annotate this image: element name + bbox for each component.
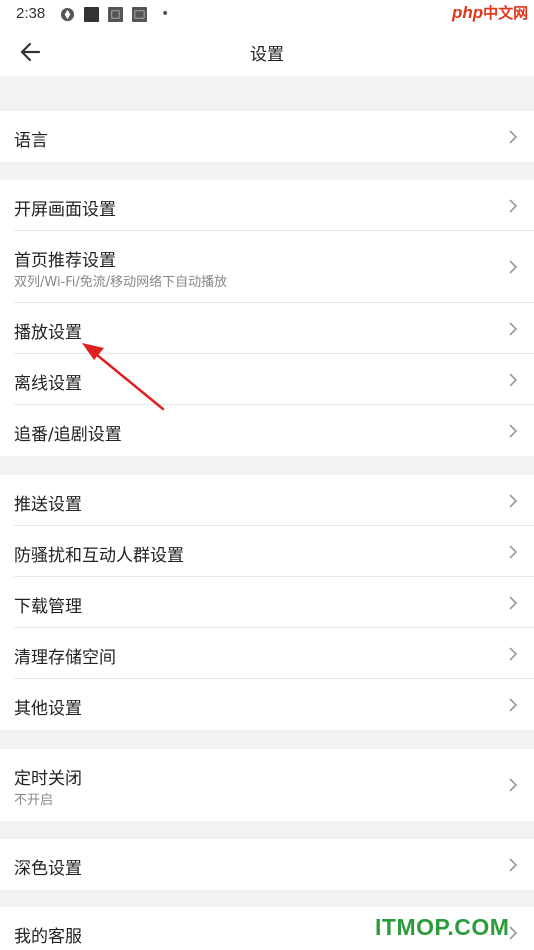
settings-group-playback: 开屏画面设置 首页推荐设置 双列/Wi-Fi/免流/移动网络下自动播放 播放设置…	[0, 180, 534, 456]
chevron-right-icon	[509, 372, 518, 387]
chevron-right-icon	[509, 646, 518, 661]
setting-label: 追番/追剧设置	[14, 425, 122, 445]
setting-row-push[interactable]: 推送设置	[0, 475, 534, 526]
more-dot-icon: •	[161, 6, 170, 22]
setting-label: 下载管理	[14, 597, 82, 617]
setting-row-timed-close[interactable]: 定时关闭 不开启	[0, 749, 534, 821]
watermark-logo-bottom: ITMOP.COM	[375, 914, 510, 940]
setting-label: 首页推荐设置	[14, 251, 116, 271]
chevron-right-icon	[509, 423, 518, 438]
title-bar: 设置	[0, 28, 534, 76]
setting-label: 开屏画面设置	[14, 200, 116, 220]
chevron-right-icon	[509, 260, 518, 274]
setting-row-splash-screen[interactable]: 开屏画面设置	[0, 180, 534, 231]
setting-row-download[interactable]: 下载管理	[0, 577, 534, 628]
chevron-right-icon	[509, 321, 518, 336]
chevron-right-icon	[509, 129, 518, 144]
chevron-right-icon	[509, 595, 518, 610]
notification-square-icon	[132, 7, 147, 22]
setting-label: 离线设置	[14, 374, 82, 394]
aperture-icon	[60, 7, 75, 22]
status-time: 2:38	[16, 5, 46, 22]
setting-label: 定时关闭	[14, 769, 82, 789]
setting-label: 推送设置	[14, 495, 82, 515]
setting-label: 我的客服	[14, 927, 82, 947]
settings-group-general: 推送设置 防骚扰和互动人群设置 下载管理 清理存储空间 其他设置	[0, 475, 534, 730]
setting-label: 语言	[14, 131, 48, 151]
settings-group-dark: 深色设置	[0, 839, 534, 890]
setting-label: 播放设置	[14, 323, 82, 343]
settings-group-timer: 定时关闭 不开启	[0, 749, 534, 821]
setting-row-home-recommend[interactable]: 首页推荐设置 双列/Wi-Fi/免流/移动网络下自动播放	[0, 231, 534, 303]
setting-row-playback[interactable]: 播放设置	[0, 303, 534, 354]
setting-subtitle: 双列/Wi-Fi/免流/移动网络下自动播放	[14, 275, 228, 290]
setting-row-dark-mode[interactable]: 深色设置	[0, 839, 534, 890]
page-title: 设置	[250, 45, 284, 65]
chevron-right-icon	[509, 925, 518, 940]
setting-subtitle: 不开启	[14, 793, 54, 808]
setting-row-clear-storage[interactable]: 清理存储空间	[0, 628, 534, 679]
watermark-logo-top: php中文网	[452, 3, 529, 22]
chevron-right-icon	[509, 857, 518, 872]
setting-row-offline[interactable]: 离线设置	[0, 354, 534, 405]
chevron-right-icon	[509, 544, 518, 559]
setting-label: 防骚扰和互动人群设置	[14, 546, 184, 566]
setting-label: 清理存储空间	[14, 648, 116, 668]
notification-square-icon	[84, 7, 99, 22]
chevron-right-icon	[509, 697, 518, 712]
setting-row-other[interactable]: 其他设置	[0, 679, 534, 730]
setting-row-language[interactable]: 语言	[0, 111, 534, 162]
settings-group-language: 语言	[0, 111, 534, 162]
setting-row-follow-series[interactable]: 追番/追剧设置	[0, 405, 534, 456]
notification-square-icon	[108, 7, 123, 22]
chevron-right-icon	[509, 198, 518, 213]
chevron-right-icon	[509, 493, 518, 508]
chevron-right-icon	[509, 778, 518, 792]
setting-label: 深色设置	[14, 859, 82, 879]
setting-row-anti-harassment[interactable]: 防骚扰和互动人群设置	[0, 526, 534, 577]
setting-label: 其他设置	[14, 699, 82, 719]
